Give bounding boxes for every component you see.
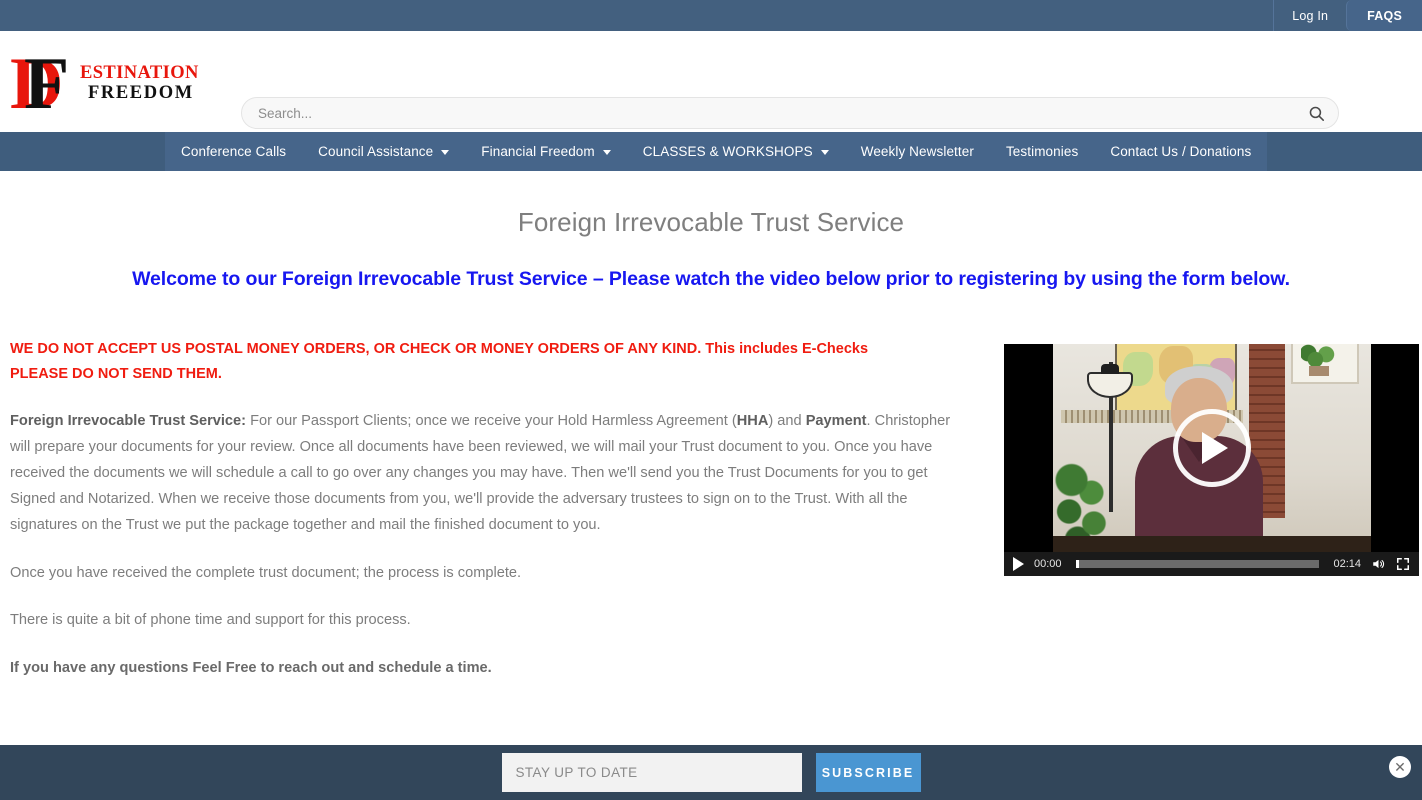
nav-label: Council Assistance <box>318 144 434 159</box>
chevron-down-icon <box>441 150 450 155</box>
logo-mark-icon: D F <box>10 47 88 121</box>
faqs-link[interactable]: FAQS <box>1346 0 1422 31</box>
nav-label: Weekly Newsletter <box>860 144 974 159</box>
fullscreen-button[interactable] <box>1396 557 1410 571</box>
content-columns: WE DO NOT ACCEPT US POSTAL MONEY ORDERS,… <box>0 337 1422 704</box>
logo-letter-f: F <box>24 42 70 125</box>
nav-label: Financial Freedom <box>481 144 595 159</box>
chevron-down-icon <box>820 150 829 155</box>
video-progress-slider[interactable] <box>1075 560 1320 568</box>
search-bar <box>241 97 1339 129</box>
search-input[interactable] <box>241 97 1339 129</box>
subscribe-email-input[interactable] <box>501 753 802 792</box>
paragraph-lead-label: Foreign Irrevocable Trust Service: <box>10 413 247 429</box>
paragraph-text-2: ) and <box>768 413 806 429</box>
payment-emphasis: Payment <box>805 413 867 429</box>
nav-label: Testimonies <box>1005 144 1079 159</box>
chevron-down-icon <box>602 150 611 155</box>
site-header: D F ESTINATION FREEDOM <box>0 31 1422 132</box>
mute-button[interactable] <box>1371 557 1386 571</box>
service-description-paragraph: Foreign Irrevocable Trust Service: For o… <box>10 409 960 539</box>
paragraph-text-3: . Christopher will prepare your document… <box>10 413 951 533</box>
content-right-column: 00:00 02:14 <box>1004 337 1419 576</box>
page-content: Foreign Irrevocable Trust Service Welcom… <box>0 171 1422 704</box>
video-controls-bar: 00:00 02:14 <box>1004 552 1419 576</box>
hha-abbreviation: HHA <box>736 413 769 429</box>
site-logo[interactable]: D F ESTINATION FREEDOM <box>0 31 230 132</box>
volume-icon <box>1373 559 1385 569</box>
nav-item-financial-freedom[interactable]: Financial Freedom <box>465 132 627 171</box>
nav-label: Conference Calls <box>181 144 287 159</box>
search-icon <box>1309 106 1324 121</box>
page-title: Foreign Irrevocable Trust Service <box>517 207 905 237</box>
main-navigation: Conference Calls Council Assistance Fina… <box>0 132 1422 171</box>
video-duration: 02:14 <box>1333 558 1361 570</box>
subscribe-button[interactable]: SUBSCRIBE <box>815 753 921 792</box>
nav-item-council-assistance[interactable]: Council Assistance <box>302 132 465 171</box>
nav-label: Contact Us / Donations <box>1110 144 1252 159</box>
paragraph-text-1: For our Passport Clients; once we receiv… <box>246 413 737 429</box>
phone-support-paragraph: There is quite a bit of phone time and s… <box>10 612 411 629</box>
questions-paragraph: If you have any questions Feel Free to r… <box>10 660 492 677</box>
video-play-overlay-button[interactable] <box>1172 409 1251 487</box>
nav-item-conference-calls[interactable]: Conference Calls <box>165 132 302 171</box>
fullscreen-icon <box>1396 557 1410 571</box>
play-icon[interactable] <box>1013 557 1024 571</box>
process-complete-paragraph: Once you have received the complete trus… <box>10 564 522 581</box>
scene-plant-pot <box>1309 366 1329 376</box>
nav-item-classes-workshops[interactable]: CLASSES & WORKSHOPS <box>627 132 845 171</box>
logo-word-freedom: FREEDOM <box>88 83 194 104</box>
welcome-subheading: Welcome to our Foreign Irrevocable Trust… <box>132 268 1290 290</box>
nav-item-testimonies[interactable]: Testimonies <box>990 132 1094 171</box>
video-current-time: 00:00 <box>1034 558 1062 570</box>
subscribe-bar: SUBSCRIBE ✕ <box>0 745 1422 800</box>
search-submit-button[interactable] <box>1303 97 1329 129</box>
nav-item-weekly-newsletter[interactable]: Weekly Newsletter <box>845 132 990 171</box>
nav-label: CLASSES & WORKSHOPS <box>642 144 813 159</box>
nav-item-contact-us-donations[interactable]: Contact Us / Donations <box>1094 132 1267 171</box>
nav-items-container: Conference Calls Council Assistance Fina… <box>165 132 1268 171</box>
logo-word-destination: ESTINATION <box>80 62 199 83</box>
scene-desk <box>1053 536 1371 552</box>
warning-line-1: WE DO NOT ACCEPT US POSTAL MONEY ORDERS,… <box>10 341 869 357</box>
close-icon[interactable]: ✕ <box>1389 756 1411 778</box>
warning-line-2: PLEASE DO NOT SEND THEM. <box>10 366 222 382</box>
content-left-column: WE DO NOT ACCEPT US POSTAL MONEY ORDERS,… <box>10 337 960 704</box>
payment-warning: WE DO NOT ACCEPT US POSTAL MONEY ORDERS,… <box>10 337 960 387</box>
login-link[interactable]: Log In <box>1273 0 1346 31</box>
top-utility-bar: Log In FAQS <box>0 0 1422 31</box>
scene-lamp-cap <box>1101 364 1119 374</box>
video-player[interactable]: 00:00 02:14 <box>1004 344 1419 576</box>
logo-wordmark: ESTINATION FREEDOM <box>80 62 199 104</box>
